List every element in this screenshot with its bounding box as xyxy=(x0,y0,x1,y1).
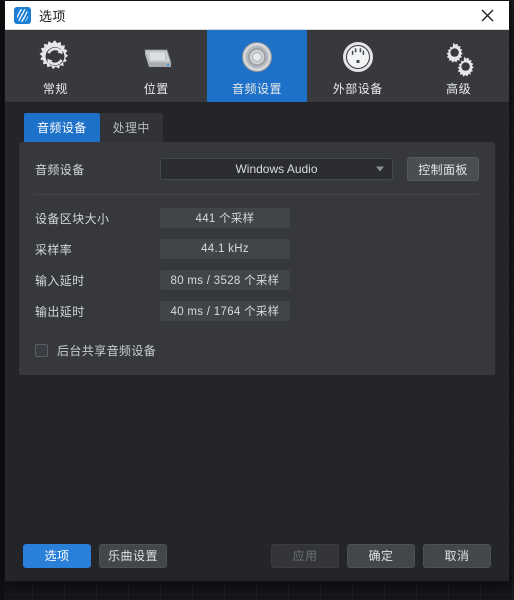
nav-label-external-devices: 外部设备 xyxy=(332,82,383,96)
audio-device-select[interactable]: Windows Audio xyxy=(160,158,393,180)
audio-device-panel: 音频设备 Windows Audio 控制面板 设备区块大小 441 个采样 采… xyxy=(19,142,495,375)
input-latency-label: 输入延时 xyxy=(35,273,85,288)
input-latency-value: 80 ms / 3528 个采样 xyxy=(160,270,290,290)
nav-item-general[interactable]: 常规 xyxy=(5,30,106,102)
tab-processing[interactable]: 处理中 xyxy=(99,113,163,142)
nav-label-location: 位置 xyxy=(143,82,169,96)
refresh-gear-icon xyxy=(35,37,75,77)
audio-device-selected-value: Windows Audio xyxy=(235,162,318,176)
nav-item-location[interactable]: 位置 xyxy=(106,30,207,102)
ok-button[interactable]: 确定 xyxy=(347,543,415,568)
speaker-icon xyxy=(237,37,277,77)
close-icon[interactable] xyxy=(465,1,509,29)
nav-item-external-devices[interactable]: 外部设备 xyxy=(307,30,408,102)
song-settings-button[interactable]: 乐曲设置 xyxy=(99,543,167,568)
device-block-size-label: 设备区块大小 xyxy=(35,211,110,226)
background-share-row: 后台共享音频设备 xyxy=(35,342,479,359)
content-area: 音频设备 处理中 音频设备 Windows Audio 控制面板 设备区块大小 … xyxy=(5,103,509,529)
tab-audio-device[interactable]: 音频设备 xyxy=(24,113,100,142)
hard-drive-icon xyxy=(136,37,176,77)
output-latency-row: 输出延时 40 ms / 1764 个采样 xyxy=(35,300,479,322)
audio-device-label: 音频设备 xyxy=(35,162,85,177)
nav-label-advanced: 高级 xyxy=(446,82,472,96)
apply-button[interactable]: 应用 xyxy=(271,543,339,568)
output-latency-label: 输出延时 xyxy=(35,304,85,319)
options-dialog: 选项 常规 位置 音频设置 外部设备 高级 音频设备 处理中 音频设备 Wind… xyxy=(4,0,510,582)
app-logo-icon xyxy=(14,6,31,24)
background-share-label: 后台共享音频设备 xyxy=(57,344,157,358)
control-panel-button[interactable]: 控制面板 xyxy=(407,157,479,181)
window-title: 选项 xyxy=(39,8,67,24)
options-button[interactable]: 选项 xyxy=(23,543,91,568)
audio-device-row: 音频设备 Windows Audio 控制面板 xyxy=(35,156,479,182)
top-navigation: 常规 位置 音频设置 外部设备 高级 xyxy=(5,30,509,103)
sample-rate-label: 采样率 xyxy=(35,242,73,257)
input-latency-row: 输入延时 80 ms / 3528 个采样 xyxy=(35,269,479,291)
sample-rate-row: 采样率 44.1 kHz xyxy=(35,238,479,260)
output-latency-value: 40 ms / 1764 个采样 xyxy=(160,301,290,321)
chevron-down-icon xyxy=(376,166,384,172)
double-gear-icon xyxy=(439,37,479,77)
sample-rate-value: 44.1 kHz xyxy=(160,239,290,259)
panel-divider xyxy=(35,194,479,195)
footer-button-bar: 选项 乐曲设置 应用 确定 取消 xyxy=(5,529,509,581)
cancel-button[interactable]: 取消 xyxy=(423,543,491,568)
midi-din-connector-icon xyxy=(338,37,378,77)
nav-label-audio-settings: 音频设置 xyxy=(231,82,282,96)
background-share-checkbox[interactable] xyxy=(35,344,48,357)
nav-item-advanced[interactable]: 高级 xyxy=(408,30,509,102)
nav-item-audio-settings[interactable]: 音频设置 xyxy=(206,30,308,102)
sub-tab-bar: 音频设备 处理中 xyxy=(24,113,495,142)
title-bar: 选项 xyxy=(5,1,509,30)
device-block-size-row: 设备区块大小 441 个采样 xyxy=(35,207,479,229)
device-block-size-value: 441 个采样 xyxy=(160,208,290,228)
nav-label-general: 常规 xyxy=(42,82,68,96)
